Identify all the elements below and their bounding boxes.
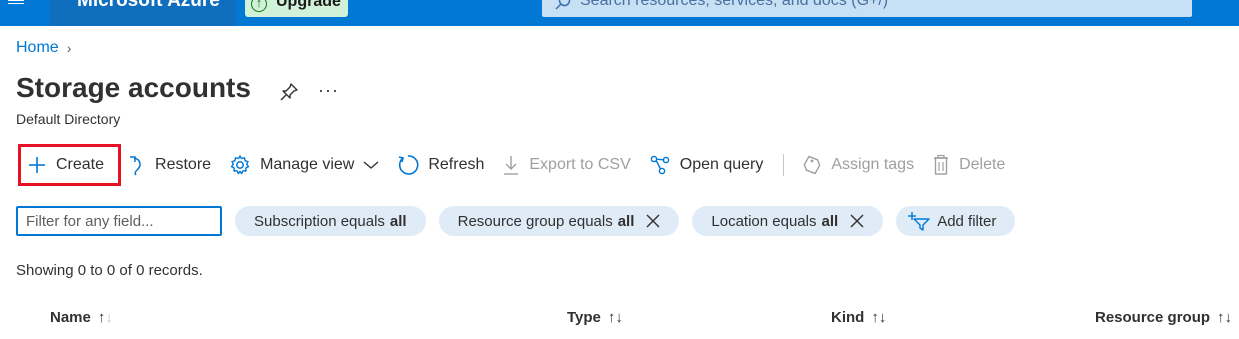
manage-view-label: Manage view: [260, 156, 355, 173]
sort-icon[interactable]: ↑↓: [871, 309, 886, 326]
restore-label: Restore: [155, 156, 212, 173]
resource-group-filter-pill[interactable]: Resource group equals all: [438, 206, 680, 236]
location-filter-pill[interactable]: Location equals all: [692, 206, 884, 236]
add-filter-icon: [908, 212, 930, 231]
refresh-button[interactable]: Refresh: [397, 147, 484, 183]
page-subtitle: Default Directory: [16, 111, 121, 127]
gear-icon: [230, 155, 250, 175]
assign-tags-button[interactable]: Assign tags: [802, 147, 914, 183]
query-icon: [650, 155, 670, 175]
filter-input[interactable]: [16, 206, 222, 236]
pin-icon[interactable]: [279, 82, 299, 102]
brand-link[interactable]: Microsoft Azure: [50, 0, 236, 26]
manage-view-button[interactable]: Manage view: [229, 147, 379, 183]
sort-icon[interactable]: ↑↓: [608, 309, 623, 326]
delete-button[interactable]: Delete: [932, 147, 1005, 183]
export-csv-button[interactable]: Export to CSV: [502, 147, 631, 183]
column-header-label: Resource group: [1095, 309, 1211, 326]
refresh-icon: [399, 155, 419, 175]
create-button[interactable]: Create: [18, 144, 122, 186]
subscription-filter-pill[interactable]: Subscription equals all: [235, 206, 426, 236]
filter-bar: Subscription equals all Resource group e…: [16, 206, 1028, 236]
refresh-label: Refresh: [428, 156, 485, 173]
command-toolbar: Create Restore Manage view Refresh Expor: [16, 144, 1023, 186]
restore-button[interactable]: Restore: [126, 147, 211, 183]
column-header-kind[interactable]: Kind ↑↓: [831, 309, 886, 326]
close-icon[interactable]: [646, 214, 660, 228]
global-search-input[interactable]: Search resources, services, and docs (G+…: [542, 0, 1192, 17]
column-header-name[interactable]: Name ↑ ↓: [50, 309, 113, 326]
assign-tags-label: Assign tags: [831, 156, 915, 173]
delete-label: Delete: [959, 156, 1006, 173]
chevron-right-icon: ›: [66, 40, 72, 56]
download-icon: [504, 156, 519, 175]
page-title: Storage accounts: [16, 72, 251, 103]
subscription-filter-label: Subscription equals: [254, 212, 385, 230]
upgrade-label: Upgrade: [276, 0, 341, 10]
toolbar-divider: [783, 154, 785, 176]
search-icon: [555, 0, 571, 10]
table-header: Name ↑ ↓ Type ↑↓ Kind ↑↓ Resource group ↑…: [0, 309, 1239, 333]
open-query-label: Open query: [679, 156, 764, 173]
more-options-icon[interactable]: ···: [318, 80, 339, 101]
upgrade-arrow-icon: ↑: [251, 0, 267, 12]
resource-group-filter-value: all: [617, 212, 635, 230]
top-bar: Microsoft Azure ↑ Upgrade Search resourc…: [0, 0, 1239, 26]
create-label: Create: [56, 156, 105, 173]
search-placeholder: Search resources, services, and docs (G+…: [580, 0, 889, 9]
subscription-filter-value: all: [389, 212, 407, 230]
records-count: Showing 0 to 0 of 0 records.: [16, 262, 203, 279]
location-filter-label: Location equals: [711, 212, 817, 230]
tag-icon: [803, 155, 821, 175]
open-query-button[interactable]: Open query: [649, 147, 764, 183]
add-filter-button[interactable]: Add filter: [896, 206, 1016, 236]
breadcrumb-home-link[interactable]: Home: [16, 39, 59, 57]
brand-label: Microsoft Azure: [77, 0, 220, 11]
hamburger-menu-icon[interactable]: [8, 0, 38, 18]
plus-icon: [29, 157, 45, 173]
close-icon[interactable]: [850, 214, 864, 228]
column-header-label: Name: [50, 309, 91, 326]
resource-group-filter-label: Resource group equals: [457, 212, 613, 230]
column-header-label: Type: [567, 309, 601, 326]
location-filter-value: all: [821, 212, 839, 230]
breadcrumb: Home ›: [16, 39, 71, 57]
restore-icon: [130, 156, 141, 176]
export-csv-label: Export to CSV: [529, 156, 631, 173]
column-header-type[interactable]: Type ↑↓: [567, 309, 623, 326]
column-header-resource-group[interactable]: Resource group ↑↓: [1095, 309, 1232, 326]
column-header-label: Kind: [831, 309, 865, 326]
sort-icon[interactable]: ↑↓: [98, 309, 113, 326]
add-filter-label: Add filter: [937, 212, 997, 230]
trash-icon: [934, 154, 949, 175]
upgrade-button[interactable]: ↑ Upgrade: [245, 0, 348, 17]
chevron-down-icon: [363, 161, 379, 169]
sort-icon[interactable]: ↑↓: [1217, 309, 1232, 326]
